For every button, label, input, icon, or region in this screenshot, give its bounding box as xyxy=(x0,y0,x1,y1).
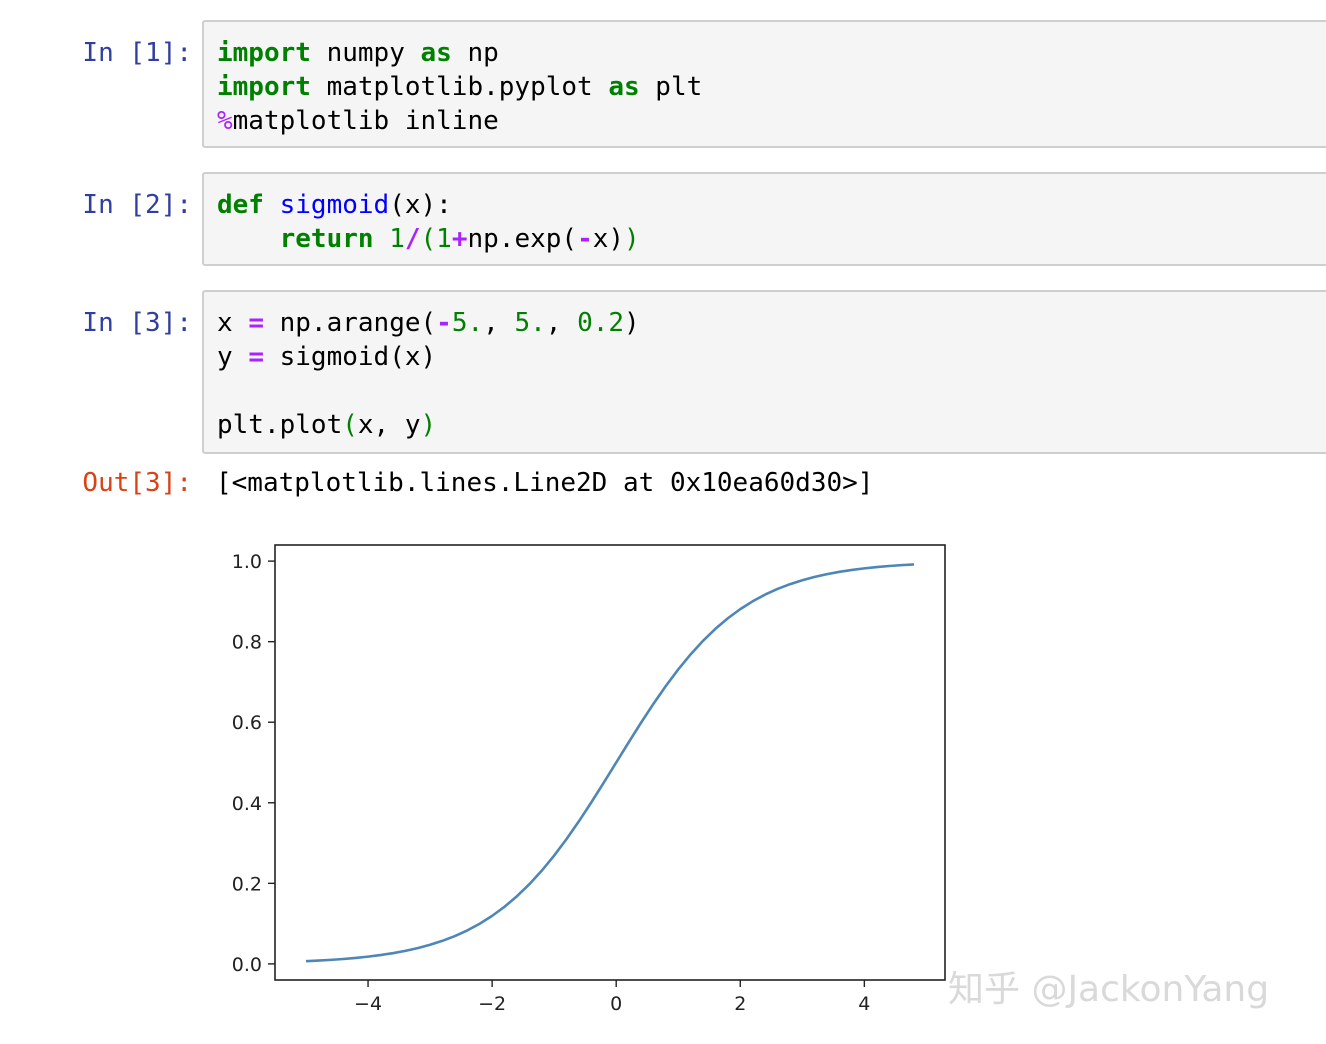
plot-output: −4 −2 0 2 4 0.0 0.2 0.4 0.6 0.8 1.0 xyxy=(200,525,960,1029)
x-tick-label: 4 xyxy=(858,993,870,1015)
output-text: [<matplotlib.lines.Line2D at 0x10ea60d30… xyxy=(216,468,874,498)
y-tick-label: 0.8 xyxy=(232,632,262,654)
code-cell-3[interactable]: x = np.arange(-5., 5., 0.2) y = sigmoid(… xyxy=(202,290,1326,454)
x-tick-label: −4 xyxy=(354,993,382,1015)
cell-1-line-3: %matplotlib inline xyxy=(217,106,499,136)
x-tick-label: 0 xyxy=(610,993,622,1015)
plot-frame xyxy=(274,544,946,981)
cell-1-prompt: In [1]: xyxy=(82,38,192,68)
cell-3-line-4: plt.plot(x, y) xyxy=(217,410,437,440)
cell-3-line-2: y = sigmoid(x) xyxy=(217,342,437,372)
y-tick-label: 0.4 xyxy=(232,793,262,815)
x-tick-label: −2 xyxy=(478,993,506,1015)
y-tick-label: 0.2 xyxy=(232,873,262,895)
code-cell-2[interactable]: def sigmoid(x): return 1/(1+np.exp(-x)) xyxy=(202,172,1326,266)
cell-2-code[interactable]: def sigmoid(x): return 1/(1+np.exp(-x)) xyxy=(204,174,1326,256)
cell-1-line-2: import matplotlib.pyplot as plt xyxy=(217,72,703,102)
cell-1-line-1: import numpy as np xyxy=(217,38,499,68)
cell-2-line-1: def sigmoid(x): xyxy=(217,190,452,220)
y-tick-label: 0.6 xyxy=(232,712,262,734)
cell-3-line-1: x = np.arange(-5., 5., 0.2) xyxy=(217,308,640,338)
output-prompt: Out[3]: xyxy=(82,468,192,498)
y-tick-label: 1.0 xyxy=(232,551,262,573)
cell-1-code[interactable]: import numpy as np import matplotlib.pyp… xyxy=(204,22,1326,138)
cell-3-prompt: In [3]: xyxy=(82,308,192,338)
y-tick-label: 0.0 xyxy=(232,954,262,976)
cell-2-line-2: return 1/(1+np.exp(-x)) xyxy=(279,224,640,254)
sigmoid-chart: −4 −2 0 2 4 0.0 0.2 0.4 0.6 0.8 1.0 xyxy=(232,544,946,1015)
cell-3-code[interactable]: x = np.arange(-5., 5., 0.2) y = sigmoid(… xyxy=(204,292,1326,442)
code-cell-1[interactable]: import numpy as np import matplotlib.pyp… xyxy=(202,20,1326,148)
x-tick-label: 2 xyxy=(734,993,746,1015)
series-line xyxy=(305,563,915,963)
cell-2-prompt: In [2]: xyxy=(82,190,192,220)
watermark: 知乎 @JackonYang xyxy=(948,969,1270,1010)
